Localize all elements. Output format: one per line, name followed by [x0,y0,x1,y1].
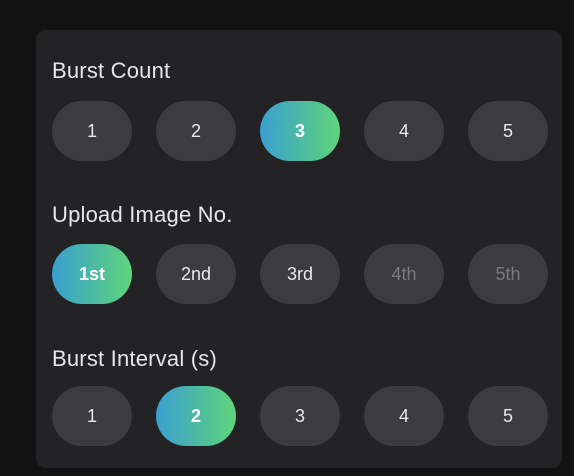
burst-count-option-1[interactable]: 1 [52,101,132,161]
burst-interval-title: Burst Interval (s) [52,346,217,371]
burst-interval-option-2[interactable]: 2 [156,386,236,446]
burst-interval-options: 1 2 3 4 5 [52,386,548,446]
burst-count-option-5[interactable]: 5 [468,101,548,161]
upload-image-option-1st[interactable]: 1st [52,244,132,304]
upload-image-no-title: Upload Image No. [52,202,233,227]
burst-count-option-4[interactable]: 4 [364,101,444,161]
burst-count-option-3[interactable]: 3 [260,101,340,161]
burst-interval-option-5[interactable]: 5 [468,386,548,446]
upload-image-option-2nd[interactable]: 2nd [156,244,236,304]
upload-image-option-5th: 5th [468,244,548,304]
burst-count-options: 1 2 3 4 5 [52,101,548,161]
burst-interval-option-3[interactable]: 3 [260,386,340,446]
burst-interval-option-1[interactable]: 1 [52,386,132,446]
burst-count-title: Burst Count [52,58,171,83]
burst-count-option-2[interactable]: 2 [156,101,236,161]
upload-image-no-options: 1st 2nd 3rd 4th 5th [52,244,548,304]
burst-interval-option-4[interactable]: 4 [364,386,444,446]
upload-image-option-4th: 4th [364,244,444,304]
upload-image-option-3rd[interactable]: 3rd [260,244,340,304]
burst-settings-panel: Burst Count 1 2 3 4 5 Upload Image No. 1… [36,30,562,468]
